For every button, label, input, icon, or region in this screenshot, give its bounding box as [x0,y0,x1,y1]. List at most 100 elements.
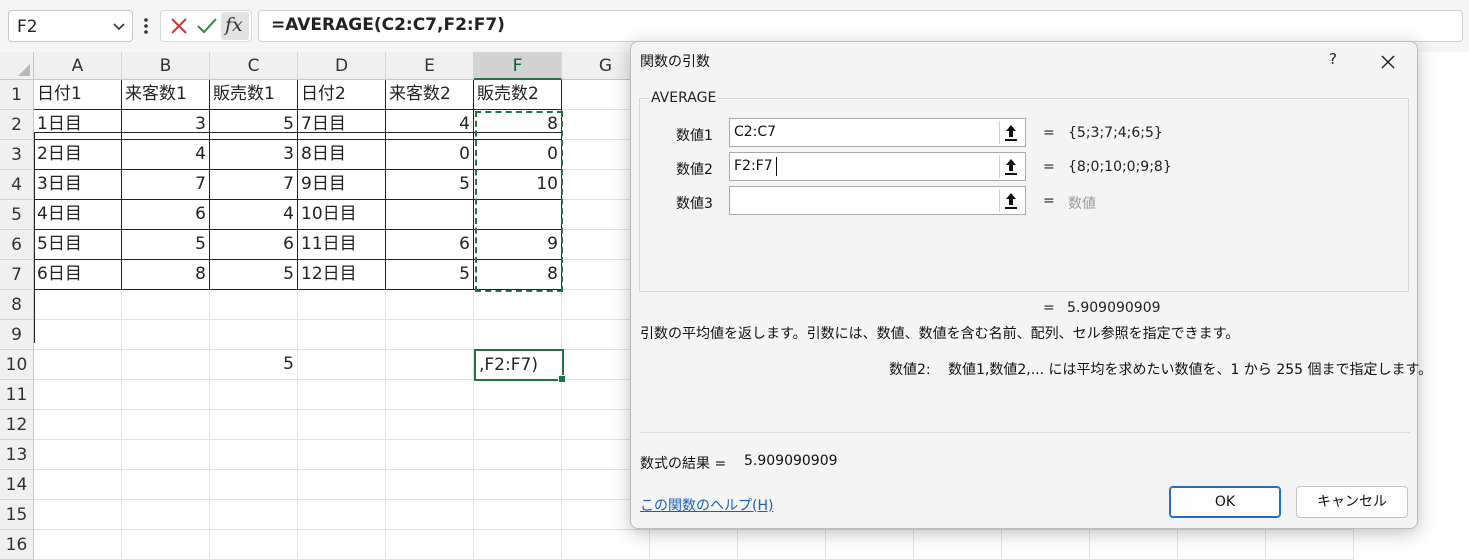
cell-c5[interactable]: 4 [210,200,298,230]
fill-handle[interactable] [558,375,566,383]
function-help-link[interactable]: この関数のヘルプ(H) [640,495,773,515]
cell-c3[interactable]: 3 [210,140,298,170]
close-icon[interactable] [1376,50,1400,74]
cell-e4[interactable]: 5 [386,170,474,200]
row-header-8[interactable]: 8 [0,290,34,320]
cell-a2[interactable]: 1日目 [34,110,122,140]
cell-d10[interactable] [298,350,386,380]
column-header-c[interactable]: C [210,52,298,80]
cell-h16[interactable] [650,530,738,560]
cell-d4[interactable]: 9日目 [298,170,386,200]
cell-d15[interactable] [298,500,386,530]
insert-function-button[interactable]: fx [221,12,249,40]
cell-e7[interactable]: 5 [386,260,474,290]
cell-i16[interactable] [738,530,826,560]
cell-b9[interactable] [122,320,210,350]
cell-b12[interactable] [122,410,210,440]
cell-d11[interactable] [298,380,386,410]
cell-e2[interactable]: 4 [386,110,474,140]
collapse-dialog-icon[interactable] [999,189,1022,212]
cell-a14[interactable] [34,470,122,500]
cell-f13[interactable] [474,440,562,470]
cell-a15[interactable] [34,500,122,530]
cell-d16[interactable] [298,530,386,560]
cell-g16[interactable] [562,530,650,560]
arg1-input[interactable]: C2:C7 [729,118,1026,147]
cell-f8[interactable] [474,290,562,320]
cell-f16[interactable] [474,530,562,560]
cell-a5[interactable]: 4日目 [34,200,122,230]
formula-input[interactable]: =AVERAGE(C2:C7,F2:F7) [258,10,1463,42]
cell-a7[interactable]: 6日目 [34,260,122,290]
cell-c7[interactable]: 5 [210,260,298,290]
cell-f14[interactable] [474,470,562,500]
cell-o16[interactable] [1266,530,1354,560]
cell-e6[interactable]: 6 [386,230,474,260]
cell-e13[interactable] [386,440,474,470]
arg3-input[interactable] [729,186,1026,215]
cell-d5[interactable]: 10日目 [298,200,386,230]
cell-b13[interactable] [122,440,210,470]
row-header-1[interactable]: 1 [0,80,34,110]
cell-e5[interactable] [386,200,474,230]
cancel-entry-icon[interactable] [165,12,193,40]
cell-d13[interactable] [298,440,386,470]
cell-f1[interactable]: 販売数2 [474,80,562,110]
cancel-button[interactable]: キャンセル [1296,486,1408,518]
cell-b3[interactable]: 4 [122,140,210,170]
column-header-e[interactable]: E [386,52,474,80]
row-header-12[interactable]: 12 [0,410,34,440]
cell-b8[interactable] [122,290,210,320]
row-header-6[interactable]: 6 [0,230,34,260]
cell-e1[interactable]: 来客数2 [386,80,474,110]
cell-b16[interactable] [122,530,210,560]
cell-d3[interactable]: 8日目 [298,140,386,170]
column-header-f[interactable]: F [474,52,562,80]
cell-j16[interactable] [826,530,914,560]
row-header-2[interactable]: 2 [0,110,34,140]
row-header-13[interactable]: 13 [0,440,34,470]
row-header-10[interactable]: 10 [0,350,34,380]
cell-e14[interactable] [386,470,474,500]
cell-d14[interactable] [298,470,386,500]
column-header-d[interactable]: D [298,52,386,80]
row-header-11[interactable]: 11 [0,380,34,410]
arg2-input[interactable]: F2:F7 [729,152,1026,181]
collapse-dialog-icon[interactable] [999,121,1022,144]
cell-c12[interactable] [210,410,298,440]
row-header-3[interactable]: 3 [0,140,34,170]
cell-k16[interactable] [914,530,1002,560]
chevron-down-icon[interactable] [112,19,126,33]
cell-a9[interactable] [34,320,122,350]
cell-e16[interactable] [386,530,474,560]
cell-f12[interactable] [474,410,562,440]
select-all-button[interactable] [0,52,34,80]
cell-a12[interactable] [34,410,122,440]
cell-e9[interactable] [386,320,474,350]
cell-e11[interactable] [386,380,474,410]
cell-c11[interactable] [210,380,298,410]
cell-b7[interactable]: 8 [122,260,210,290]
active-cell-f10[interactable]: ,F2:F7) [474,349,566,383]
help-button[interactable]: ? [1322,50,1344,72]
collapse-dialog-icon[interactable] [999,155,1022,178]
cell-d7[interactable]: 12日目 [298,260,386,290]
cell-b10[interactable] [122,350,210,380]
cell-d2[interactable]: 7日目 [298,110,386,140]
cell-m16[interactable] [1090,530,1178,560]
cell-b14[interactable] [122,470,210,500]
cell-a10[interactable] [34,350,122,380]
cell-a11[interactable] [34,380,122,410]
cell-c15[interactable] [210,500,298,530]
cell-b15[interactable] [122,500,210,530]
row-header-15[interactable]: 15 [0,500,34,530]
cell-d12[interactable] [298,410,386,440]
cell-a8[interactable] [34,290,122,320]
cell-a13[interactable] [34,440,122,470]
cell-c10[interactable]: 5 [210,350,298,380]
cell-f9[interactable] [474,320,562,350]
cell-e3[interactable]: 0 [386,140,474,170]
cell-c16[interactable] [210,530,298,560]
cell-a3[interactable]: 2日目 [34,140,122,170]
cell-f11[interactable] [474,380,562,410]
